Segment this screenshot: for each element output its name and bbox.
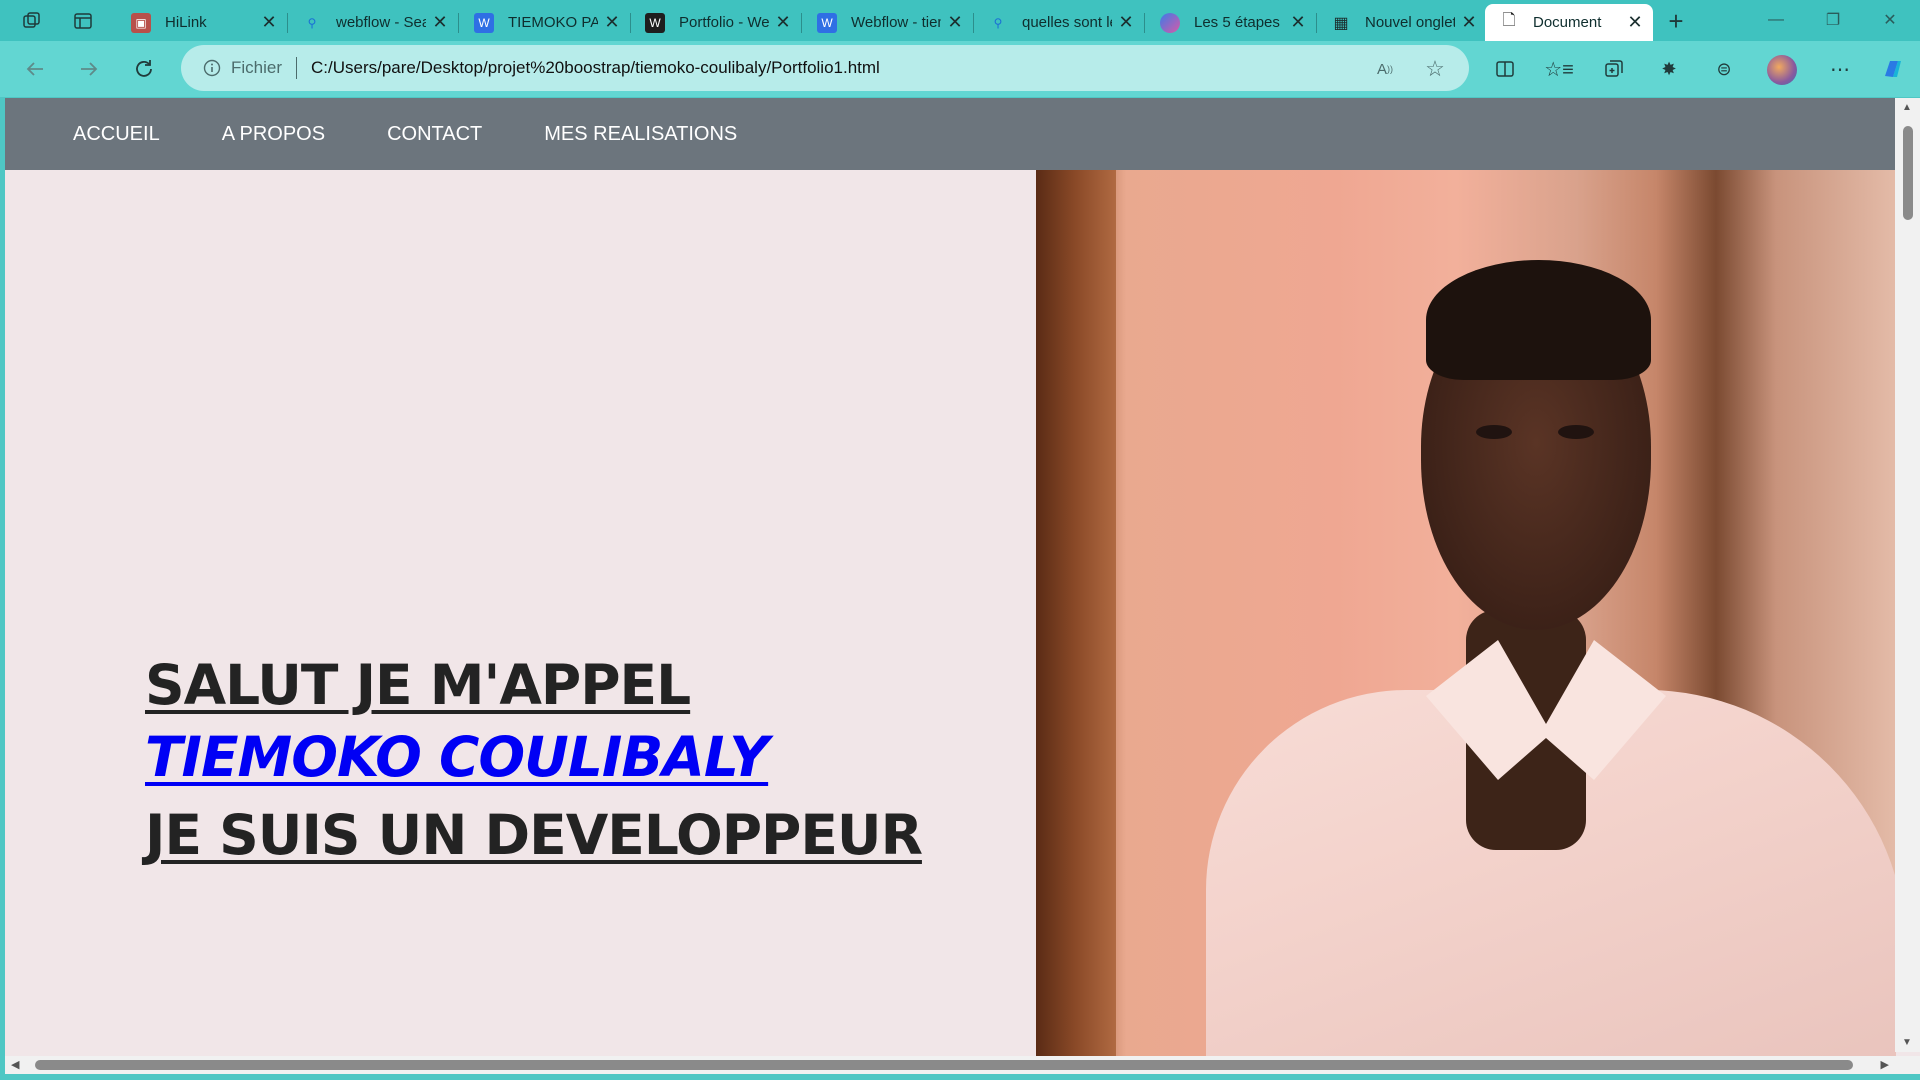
- profile-avatar[interactable]: [1767, 55, 1797, 85]
- tab-webflow-tiemoko[interactable]: W Webflow - tiemoko ✕: [803, 4, 974, 41]
- scrollbar-thumb[interactable]: [35, 1060, 1853, 1070]
- nav-accueil[interactable]: ACCUEIL: [73, 123, 160, 146]
- tab-webflow-search[interactable]: ⚲ webflow - Search ✕: [288, 4, 459, 41]
- read-aloud-icon[interactable]: A)): [1371, 55, 1399, 83]
- vertical-scrollbar[interactable]: ▲ ▼: [1895, 98, 1920, 1052]
- forward-icon[interactable]: [71, 51, 107, 87]
- favorite-star-icon[interactable]: ☆: [1421, 55, 1449, 83]
- favorites-icon[interactable]: ☆≡: [1541, 51, 1577, 87]
- nav-contact[interactable]: CONTACT: [387, 123, 482, 146]
- address-bar[interactable]: Fichier C:/Users/pare/Desktop/projet%20b…: [181, 45, 1469, 91]
- workspaces-icon[interactable]: [19, 8, 45, 34]
- tab-title: TIEMOKO PARE: [508, 14, 598, 31]
- extension-icon[interactable]: ✸: [1651, 51, 1687, 87]
- close-icon[interactable]: ✕: [598, 9, 626, 37]
- scroll-down-icon[interactable]: ▼: [1902, 1037, 1912, 1048]
- close-icon[interactable]: ✕: [1112, 9, 1140, 37]
- tab-title: webflow - Search: [336, 14, 426, 31]
- profile-photo: [1036, 170, 1896, 1058]
- scroll-right-icon[interactable]: ▶: [1881, 1058, 1889, 1071]
- hilink-favicon: ▣: [131, 12, 151, 33]
- tab-title: Les 5 étapes: [1194, 14, 1280, 31]
- more-options-icon[interactable]: ⋯: [1822, 51, 1858, 87]
- hero-role: JE SUIS UN DEVELOPPEUR: [145, 803, 923, 867]
- tab-hilink[interactable]: ▣ HiLink ✕: [117, 4, 288, 41]
- tab-title: Nouvel onglet: [1365, 14, 1455, 31]
- window-close-icon[interactable]: ✕: [1862, 0, 1918, 40]
- hero-heading: SALUT JE M'APPEL TIEMOKO COULIBALY JE SU…: [145, 648, 1005, 878]
- close-icon[interactable]: ✕: [941, 9, 969, 37]
- site-navbar: ACCUEIL A PROPOS CONTACT MES REALISATION…: [5, 98, 1895, 170]
- tab-portfolio-webflow[interactable]: W Portfolio - Webflow ✕: [631, 4, 802, 41]
- hero-greeting: SALUT JE M'APPEL: [145, 653, 691, 717]
- close-icon[interactable]: ✕: [769, 9, 797, 37]
- split-screen-icon[interactable]: [1487, 51, 1523, 87]
- search-favicon: ⚲: [993, 15, 1003, 30]
- webflow-favicon: W: [817, 12, 837, 33]
- tab-title: Portfolio - Webflow: [679, 14, 769, 31]
- scroll-left-icon[interactable]: ◀: [11, 1058, 19, 1071]
- tab-quelles-sont[interactable]: ⚲ quelles sont les ✕: [974, 4, 1145, 41]
- tab-document[interactable]: 🗋 Document ✕: [1485, 4, 1653, 41]
- close-icon[interactable]: ✕: [1455, 9, 1483, 37]
- reload-icon[interactable]: [126, 51, 162, 87]
- tab-title: HiLink: [165, 14, 207, 31]
- new-tab-icon[interactable]: +: [1663, 6, 1689, 36]
- webflow-favicon: W: [474, 12, 494, 33]
- back-icon[interactable]: [17, 51, 53, 87]
- tab-title: quelles sont les: [1022, 14, 1112, 31]
- scheme-label: Fichier: [231, 58, 283, 77]
- newtab-favicon: ▦: [1333, 14, 1349, 32]
- tab-title: Webflow - tiemoko: [851, 14, 941, 31]
- tab-tiemoko-pare[interactable]: W TIEMOKO PARE ✕: [460, 4, 631, 41]
- close-icon[interactable]: ✕: [1284, 9, 1312, 37]
- page-viewport: ACCUEIL A PROPOS CONTACT MES REALISATION…: [5, 98, 1920, 1080]
- tab-les-5-etapes[interactable]: Les 5 étapes ✕: [1146, 4, 1317, 41]
- nav-mes-realisations[interactable]: MES REALISATIONS: [544, 123, 737, 146]
- restore-icon[interactable]: ❐: [1805, 0, 1861, 40]
- document-favicon: 🗋: [1502, 12, 1516, 29]
- tab-strip: ▣ HiLink ✕ ⚲ webflow - Search ✕ W TIEMOK…: [0, 0, 1920, 41]
- nav-a-propos[interactable]: A PROPOS: [222, 123, 325, 146]
- url-text[interactable]: C:/Users/pare/Desktop/projet%20boostrap/…: [311, 58, 880, 78]
- close-icon[interactable]: ✕: [1621, 9, 1649, 37]
- horizontal-scrollbar[interactable]: ◀ ▶: [5, 1056, 1895, 1074]
- browser-essentials-icon[interactable]: ⊜: [1706, 51, 1742, 87]
- browser-toolbar: Fichier C:/Users/pare/Desktop/projet%20b…: [0, 41, 1920, 97]
- collections-icon[interactable]: [1596, 51, 1632, 87]
- hero-name: TIEMOKO COULIBALY: [145, 725, 769, 789]
- copilot-icon[interactable]: [1875, 51, 1911, 87]
- webflow-dark-favicon: W: [645, 12, 665, 33]
- copilot-favicon: [1160, 12, 1180, 33]
- scrollbar-thumb[interactable]: [1903, 126, 1913, 220]
- minimize-icon[interactable]: —: [1748, 0, 1804, 40]
- close-icon[interactable]: ✕: [255, 9, 283, 37]
- scroll-up-icon[interactable]: ▲: [1902, 102, 1912, 113]
- info-icon[interactable]: [201, 57, 223, 79]
- search-favicon: ⚲: [307, 15, 317, 30]
- tab-nouvel-onglet[interactable]: ▦ Nouvel onglet ✕: [1317, 4, 1487, 41]
- close-icon[interactable]: ✕: [426, 9, 454, 37]
- tab-title: Document: [1533, 14, 1602, 31]
- tab-actions-icon[interactable]: [70, 8, 96, 34]
